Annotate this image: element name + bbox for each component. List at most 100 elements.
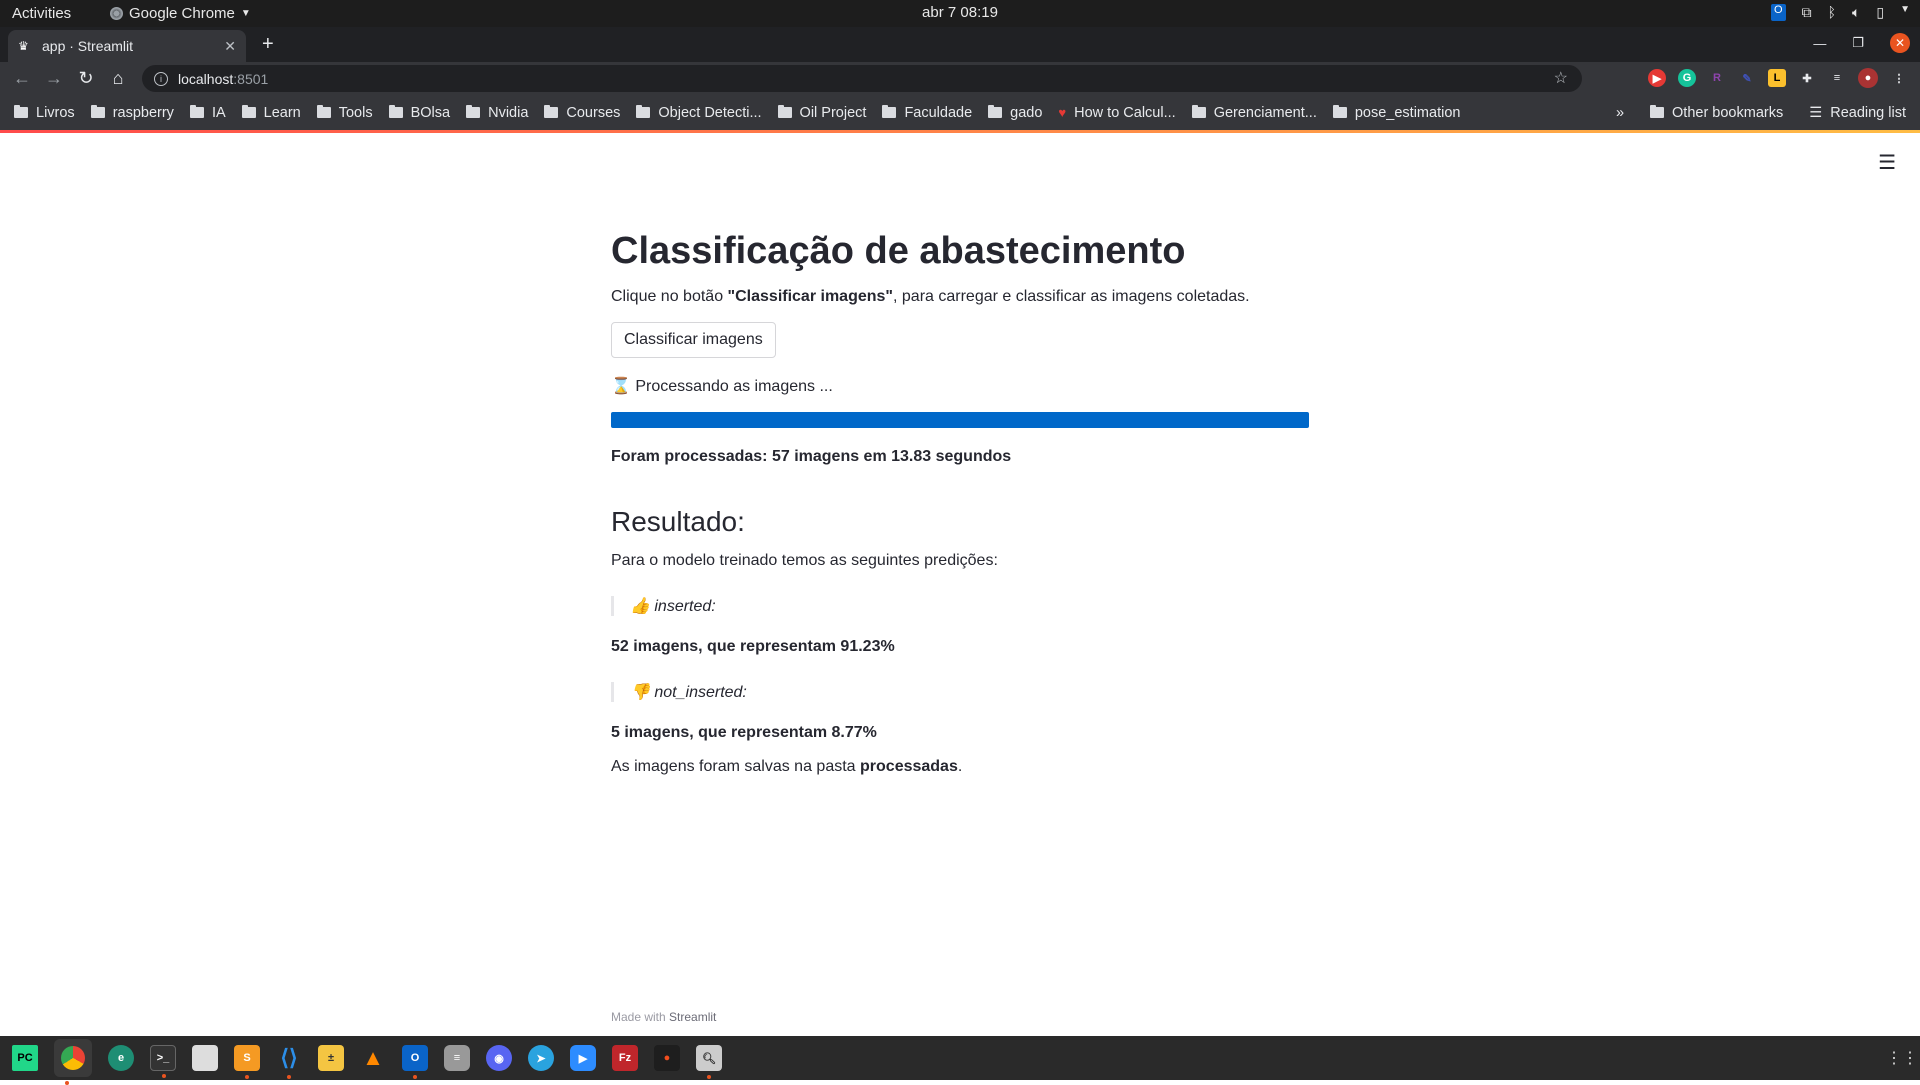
- chrome-dock-icon[interactable]: [54, 1039, 92, 1085]
- pycharm-icon[interactable]: PC: [12, 1045, 38, 1071]
- intro-bold: "Classificar imagens": [727, 288, 893, 305]
- forward-button[interactable]: →: [38, 68, 70, 89]
- url-port: :8501: [233, 70, 269, 87]
- folder-icon: [636, 105, 651, 118]
- streamlit-link[interactable]: Streamlit: [669, 1010, 716, 1024]
- close-window-button[interactable]: ✕: [1890, 33, 1910, 53]
- chrome-menu-icon[interactable]: ⋮: [1890, 69, 1908, 87]
- reload-button[interactable]: ↻: [70, 68, 102, 89]
- bookmarks-bar: Livros raspberry IA Learn Tools BOlsa Nv…: [0, 95, 1920, 130]
- bookmark-item[interactable]: ♥ How to Calcul...: [1058, 105, 1175, 121]
- bookmark-item[interactable]: BOlsa: [388, 105, 450, 121]
- system-menu-arrow-icon[interactable]: ▼: [1900, 4, 1910, 21]
- saved-text: As imagens foram salvas na pasta process…: [611, 758, 963, 775]
- search-app-icon[interactable]: 🔍︎: [696, 1045, 722, 1079]
- outlook-icon[interactable]: O: [402, 1045, 428, 1079]
- window-controls: — ❐ ✕: [1813, 33, 1910, 53]
- result-heading: Resultado:: [611, 506, 745, 537]
- sublime-text-icon[interactable]: S: [234, 1045, 260, 1079]
- more-bookmarks-button[interactable]: »: [1616, 105, 1624, 121]
- system-tray[interactable]: O ⧉ ᛒ 🔈︎ ▯ ▼: [1771, 4, 1910, 21]
- youtube-extension-icon[interactable]: ▶: [1648, 69, 1666, 87]
- tab-strip: ♛ app · Streamlit ✕ + — ❐ ✕: [0, 27, 1920, 62]
- grammarly-extension-icon[interactable]: G: [1678, 69, 1696, 87]
- bookmark-item[interactable]: IA: [189, 105, 226, 121]
- puzzle-extensions-icon[interactable]: ✚: [1798, 69, 1816, 87]
- show-applications-icon[interactable]: ⋮⋮⋮: [1886, 1048, 1920, 1067]
- bookmark-star-icon[interactable]: ☆: [1554, 68, 1568, 88]
- network-icon[interactable]: ⧉: [1802, 4, 1812, 21]
- bookmark-item[interactable]: pose_estimation: [1332, 105, 1460, 121]
- address-bar[interactable]: i localhost:8501 ☆: [142, 65, 1582, 92]
- bookmark-item[interactable]: Learn: [241, 105, 301, 121]
- filezilla-icon[interactable]: Fz: [612, 1045, 638, 1071]
- bluetooth-icon[interactable]: ᛒ: [1828, 4, 1836, 21]
- folder-icon: [466, 105, 481, 118]
- folder-icon: [544, 105, 559, 118]
- tab-title: app · Streamlit: [42, 38, 134, 54]
- dock: PC e >_ S ⟨⟩ ± ▲ O ≡ ◉ ➤ ▶ Fz ● 🔍︎ ⋮⋮⋮: [0, 1036, 1920, 1085]
- zoom-icon[interactable]: ▶: [570, 1045, 596, 1071]
- browser-toolbar: ← → ↻ ⌂ i localhost:8501 ☆ ▶ G R ✎ L ✚ ≡…: [0, 62, 1920, 95]
- bookmarks-right: » Other bookmarks ☰ Reading list: [1616, 105, 1906, 121]
- bookmark-item[interactable]: Tools: [316, 105, 373, 121]
- footer: Made with Streamlit: [611, 1010, 717, 1024]
- processing-text: ⌛ Processando as imagens ...: [611, 378, 833, 395]
- database-icon[interactable]: ≡: [444, 1045, 470, 1071]
- minimize-button[interactable]: —: [1813, 36, 1826, 51]
- bookmark-item[interactable]: Faculdade: [882, 105, 972, 121]
- r-extension-icon[interactable]: R: [1708, 69, 1726, 87]
- classify-images-button[interactable]: Classificar imagens: [611, 322, 776, 358]
- media-control-icon[interactable]: ≡: [1828, 69, 1846, 87]
- bookmark-item[interactable]: Courses: [544, 105, 620, 121]
- extensions-area: ▶ G R ✎ L ✚ ≡ ● ⋮: [1648, 68, 1908, 88]
- vscode-icon[interactable]: ⟨⟩: [276, 1045, 302, 1079]
- vlc-icon[interactable]: ▲: [360, 1045, 386, 1071]
- folder-icon: [189, 105, 204, 118]
- pen-extension-icon[interactable]: ✎: [1738, 69, 1756, 87]
- discord-icon[interactable]: ◉: [486, 1045, 512, 1071]
- bookmark-item[interactable]: Livros: [14, 105, 75, 121]
- back-button[interactable]: ←: [6, 68, 38, 89]
- l-extension-icon[interactable]: L: [1768, 69, 1786, 87]
- streamlit-header-decoration: [0, 130, 1920, 133]
- figma-icon[interactable]: ●: [654, 1045, 680, 1071]
- new-tab-button[interactable]: +: [262, 33, 274, 56]
- clock[interactable]: abr 7 08:19: [0, 4, 1920, 21]
- bookmark-item[interactable]: gado: [988, 105, 1042, 121]
- maximize-button[interactable]: ❐: [1852, 35, 1864, 51]
- folder-icon: [241, 105, 256, 118]
- home-button[interactable]: ⌂: [102, 68, 134, 89]
- reading-list-icon: ☰: [1809, 104, 1823, 121]
- bookmark-item[interactable]: Oil Project: [777, 105, 866, 121]
- folder-icon: [1332, 105, 1347, 118]
- page-title: Classificação de abastecimento: [611, 230, 1186, 272]
- terminal-icon[interactable]: >_: [150, 1045, 176, 1078]
- calculator-icon[interactable]: ±: [318, 1045, 344, 1071]
- streamlit-favicon-icon: ♛: [18, 39, 29, 53]
- folder-icon: [316, 105, 331, 118]
- saved-folder: processadas: [860, 758, 958, 775]
- site-info-icon[interactable]: i: [154, 71, 168, 86]
- outlook-tray-icon[interactable]: O: [1771, 4, 1786, 21]
- progress-bar: [611, 412, 1309, 428]
- hamburger-menu-icon[interactable]: ☰: [1878, 150, 1896, 175]
- telegram-icon[interactable]: ➤: [528, 1045, 554, 1071]
- class-inserted-summary: 52 imagens, que representam 91.23%: [611, 638, 895, 655]
- reading-list[interactable]: ☰ Reading list: [1809, 105, 1906, 121]
- bookmark-item[interactable]: raspberry: [90, 105, 174, 121]
- bookmark-item[interactable]: Gerenciament...: [1191, 105, 1317, 121]
- battery-icon[interactable]: ▯: [1876, 4, 1884, 21]
- bookmark-item[interactable]: Object Detecti...: [636, 105, 762, 121]
- volume-icon[interactable]: 🔈︎: [1852, 4, 1860, 21]
- files-icon[interactable]: [192, 1045, 218, 1071]
- folder-icon: [988, 105, 1003, 118]
- browser-tab[interactable]: ♛ app · Streamlit ✕: [8, 30, 246, 62]
- bookmark-item[interactable]: Nvidia: [466, 105, 528, 121]
- edge-dev-icon[interactable]: e: [108, 1045, 134, 1071]
- other-bookmarks[interactable]: Other bookmarks: [1650, 105, 1783, 121]
- class-not-inserted-summary: 5 imagens, que representam 8.77%: [611, 724, 877, 741]
- tab-close-icon[interactable]: ✕: [224, 38, 236, 55]
- class-not-inserted-label: 👎 not_inserted:: [611, 682, 1309, 702]
- profile-avatar[interactable]: ●: [1858, 68, 1878, 88]
